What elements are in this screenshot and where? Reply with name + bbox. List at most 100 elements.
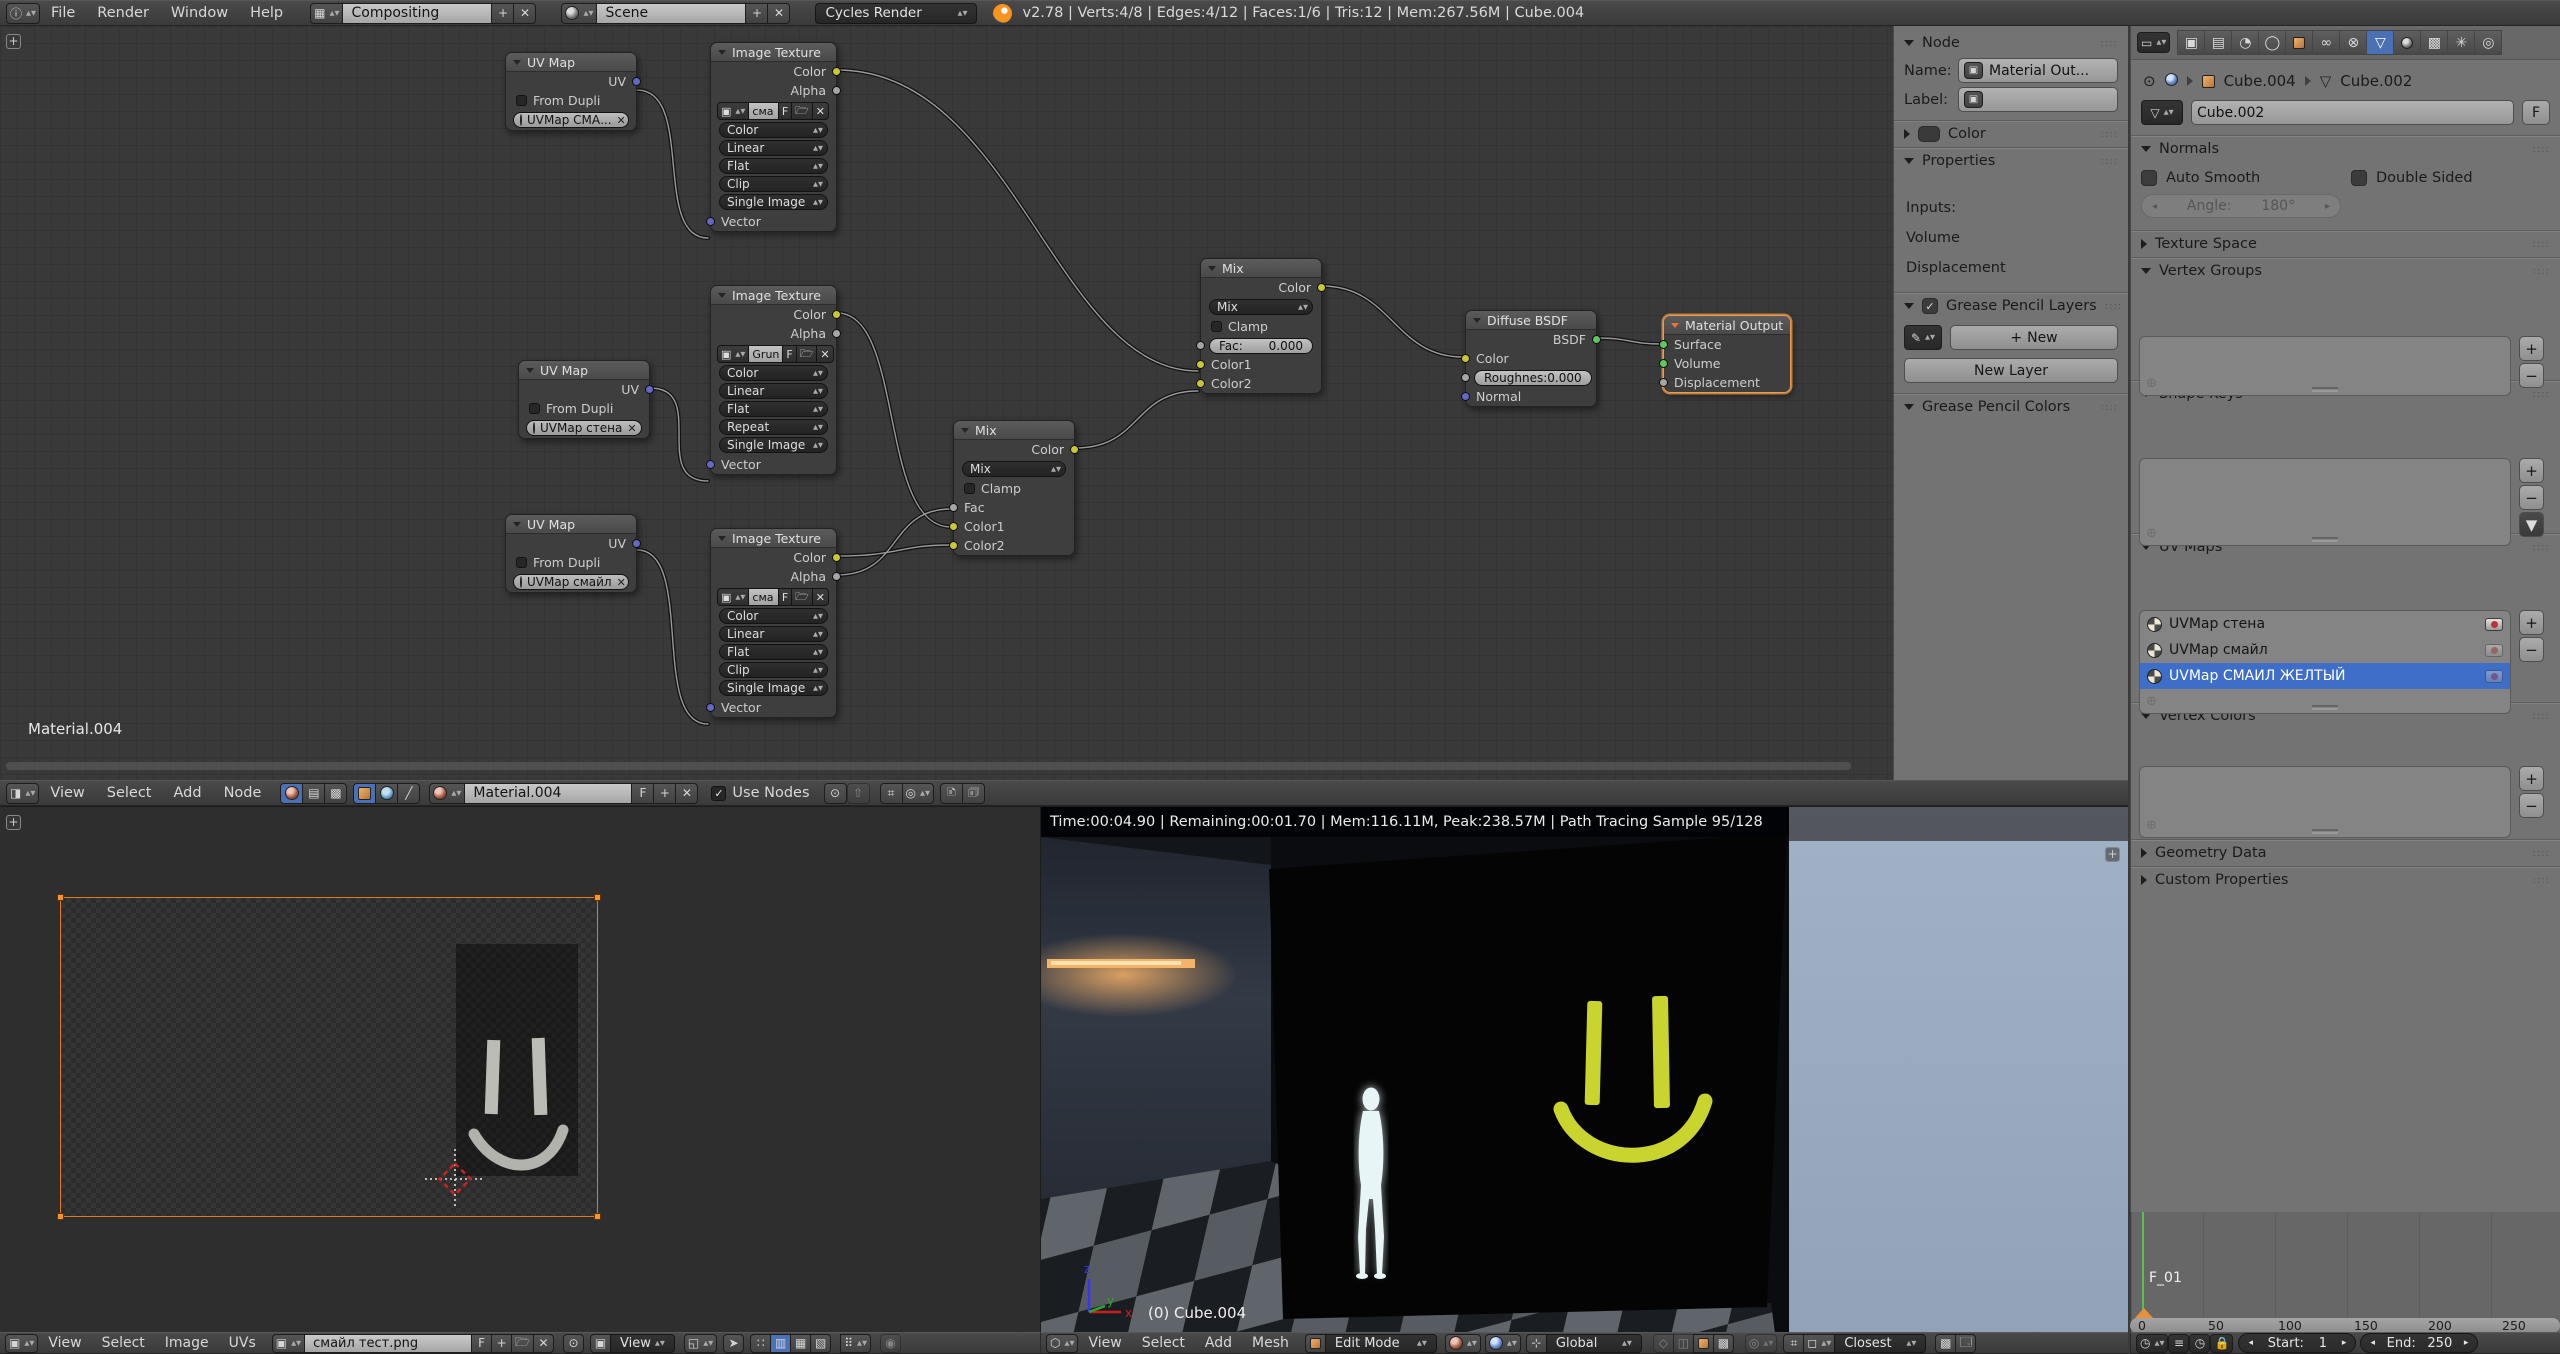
snap-icon[interactable]: ⌗ — [880, 783, 903, 804]
panel-header-node[interactable]: Node:::: — [1894, 30, 2128, 56]
node-header[interactable]: Image Texture — [711, 286, 836, 305]
unlink-image-button[interactable]: ✕ — [533, 1334, 554, 1353]
viewport-3d[interactable]: z x y Time:00:04.90 | Remaining:00:01.70… — [1040, 806, 2128, 1332]
go-to-parent-icon[interactable]: ⇧ — [847, 783, 870, 804]
add-icon[interactable]: ⊕ — [2146, 818, 2157, 833]
drawtype-icon[interactable]: ▲▼ — [1485, 1334, 1521, 1353]
object-shader-icon[interactable] — [353, 783, 376, 804]
socket-color-out[interactable] — [1070, 445, 1079, 454]
menu-file[interactable]: File — [40, 5, 86, 21]
unlink-icon[interactable]: ✕ — [812, 102, 829, 120]
gp-enable-checkbox[interactable]: ✓ — [1922, 298, 1938, 314]
shader-nodes-toggle-icon[interactable] — [280, 783, 303, 804]
render-opengl-anim-icon[interactable]: 🗔 — [1955, 1334, 1976, 1353]
panel-header-custom-properties[interactable]: Custom Properties:::: — [2131, 867, 2560, 893]
uv-corner-vertex[interactable] — [594, 894, 601, 901]
roughness-slider[interactable]: Roughnes:0.000 — [1474, 370, 1592, 386]
menu-image[interactable]: Image — [155, 1335, 219, 1351]
socket-roughness-in[interactable] — [1461, 373, 1470, 382]
uv-map-select[interactable]: UVMap стена✕ — [526, 420, 642, 436]
node-name-field[interactable]: ▣Material Out... — [1958, 58, 2118, 83]
clamp-checkbox[interactable] — [964, 483, 975, 494]
resize-grab-icon[interactable] — [2312, 705, 2338, 710]
gp-datablock-icon[interactable]: ✎▲▼ — [1904, 325, 1942, 350]
world-shader-icon[interactable] — [375, 783, 398, 804]
socket-color1-in[interactable] — [1196, 360, 1205, 369]
paste-icon[interactable]: 🗊 — [962, 783, 985, 804]
uv-map-row-selected[interactable]: UVMap СМАИЛ ЖЕЛТЫЙ — [2140, 663, 2510, 689]
tab-physics-icon[interactable]: ◎ — [2474, 30, 2502, 55]
fake-user-button[interactable]: F — [2522, 100, 2550, 125]
node-header[interactable]: Image Texture — [711, 43, 836, 62]
proportional-edit-icon[interactable]: ◎▲▼ — [1745, 1334, 1777, 1353]
lock-icon[interactable]: 🔒 — [2210, 1334, 2233, 1353]
unlink-material-button[interactable]: ✕ — [675, 783, 698, 804]
image-browse-icon[interactable]: ▣▲▼ — [717, 588, 749, 606]
tab-render-icon[interactable]: ▣ — [2177, 30, 2205, 55]
screen-layout-field[interactable]: Compositing — [342, 3, 492, 24]
panel-header-properties[interactable]: Properties:::: — [1894, 148, 2128, 174]
menu-add[interactable]: Add — [1195, 1335, 1242, 1351]
projection-select[interactable]: Flat▲▼ — [719, 158, 828, 174]
vertex-groups-list[interactable]: ⊕ — [2139, 336, 2511, 396]
uv-map-select[interactable]: UVMap смайл✕ — [513, 574, 629, 590]
socket-color-out[interactable] — [832, 67, 841, 76]
orientation-select[interactable]: Global▲▼ — [1546, 1334, 1642, 1353]
drag-grip-icon[interactable]: :::: — [2101, 156, 2118, 167]
delete-scene-button[interactable]: ✕ — [767, 3, 790, 24]
breadcrumb-data[interactable]: Cube.002 — [2340, 72, 2412, 90]
add-icon[interactable]: ⊕ — [2146, 526, 2157, 541]
from-dupli-checkbox[interactable] — [516, 557, 527, 568]
uv-corner-vertex[interactable] — [57, 894, 64, 901]
editor-type-image-icon[interactable]: ▣▲▼ — [5, 1334, 38, 1353]
vertex-colors-list[interactable]: ⊕ — [2139, 766, 2511, 838]
drag-grip-icon[interactable]: :::: — [2533, 875, 2550, 886]
uv-map-row[interactable]: UVMap смайл — [2140, 637, 2510, 663]
snap-target-icon[interactable]: ◎▲▼ — [902, 783, 934, 804]
drag-grip-icon[interactable]: :::: — [2533, 389, 2550, 400]
image-datablock[interactable]: ▣▲▼ Grun F 🗁 ✕ — [718, 345, 829, 363]
unlink-icon[interactable]: ✕ — [812, 588, 829, 606]
node-header[interactable]: Image Texture — [711, 529, 836, 548]
tab-texture-icon[interactable]: ▩ — [2420, 30, 2448, 55]
tab-scene-icon[interactable]: ◔ — [2231, 30, 2259, 55]
pivot-point-icon[interactable]: ◱▲▼ — [684, 1334, 717, 1353]
remove-vertex-group-button[interactable]: − — [2519, 363, 2544, 388]
proportional-edit-icon[interactable]: ◉ — [880, 1334, 901, 1353]
panel-header-color[interactable]: Color:::: — [1894, 121, 2128, 147]
socket-bsdf-out[interactable] — [1592, 335, 1601, 344]
manipulator-axis-icon[interactable]: ⊹ — [1526, 1334, 1547, 1353]
node-uv-map-2[interactable]: UV Map UV From Dupli UVMap стена✕ — [518, 360, 650, 439]
node-image-texture-1[interactable]: Image Texture Color Alpha ▣▲▼ сма F 🗁 ✕ … — [710, 42, 837, 232]
drag-grip-icon[interactable]: :::: — [2101, 402, 2118, 413]
uv-select-sync-icon[interactable]: ➤ — [723, 1334, 744, 1353]
socket-uv-out[interactable] — [632, 77, 641, 86]
node-editor-canvas[interactable]: + UV Map UV — [0, 26, 2128, 780]
fake-user-button[interactable]: F — [778, 102, 792, 120]
compositing-nodes-toggle-icon[interactable]: ▤ — [302, 783, 325, 804]
socket-vector-in[interactable] — [706, 703, 715, 712]
add-shape-key-button[interactable]: + — [2519, 458, 2544, 483]
image-browse-icon[interactable]: ▣▲▼ — [717, 345, 749, 363]
mode-select[interactable]: Edit Mode▲▼ — [1325, 1334, 1437, 1353]
from-dupli-checkbox[interactable] — [516, 95, 527, 106]
display-channels-icon[interactable]: ▣ — [590, 1334, 611, 1353]
marker-label[interactable]: F_01 — [2149, 1270, 2182, 1286]
source-select[interactable]: Single Image▲▼ — [719, 437, 828, 453]
node-header[interactable]: UV Map — [506, 515, 636, 534]
viewport-shading-icon[interactable]: ▲▼ — [1445, 1334, 1481, 1353]
node-uv-map-3[interactable]: UV Map UV From Dupli UVMap смайл✕ — [505, 514, 637, 593]
panel-header-grease-pencil-colors[interactable]: Grease Pencil Colors:::: — [1894, 394, 2128, 420]
use-nodes-checkbox[interactable]: ✓ — [711, 786, 726, 801]
2d-cursor[interactable] — [425, 1149, 485, 1209]
unlink-icon[interactable]: ✕ — [816, 345, 833, 363]
timeline-ruler[interactable]: 0 50 100 150 200 250 — [2130, 1318, 2560, 1333]
tab-constraints-icon[interactable]: ∞ — [2312, 30, 2340, 55]
shape-key-specials-icon[interactable]: ▼ — [2519, 512, 2544, 537]
menu-select[interactable]: Select — [92, 1335, 155, 1351]
remove-vertex-color-button[interactable]: − — [2519, 793, 2544, 818]
region-expand-icon[interactable]: + — [2105, 847, 2120, 862]
color-space-select[interactable]: Color▲▼ — [719, 365, 828, 381]
snap-magnet-icon[interactable]: ⌗ — [1783, 1334, 1804, 1353]
fake-user-button[interactable]: F — [471, 1334, 492, 1353]
